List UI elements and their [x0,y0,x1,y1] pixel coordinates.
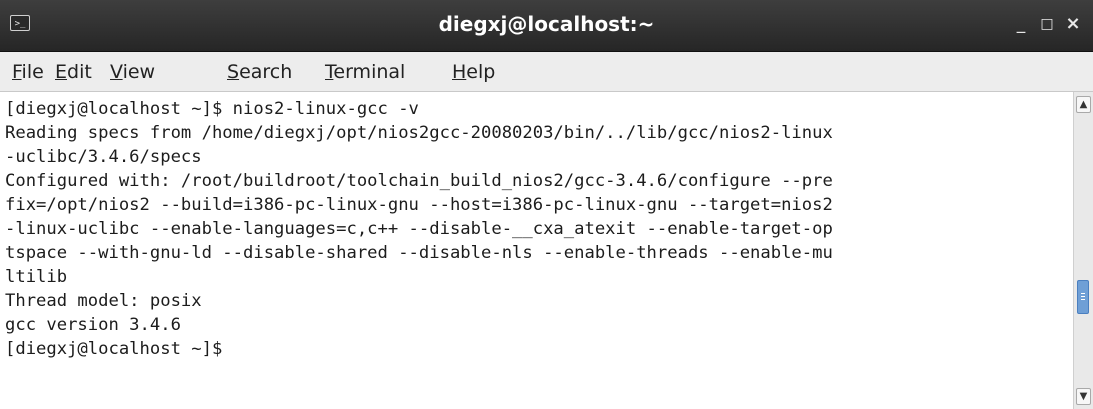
menu-file-label: ile [21,61,44,83]
menu-help[interactable]: Help [452,60,495,84]
terminal-window: >_ diegxj@localhost:~ _ □ × File Edit Vi… [0,0,1093,409]
menu-file[interactable]: File [12,60,44,84]
menu-view[interactable]: View [110,60,155,84]
menu-search-label: earch [239,61,293,83]
scroll-down-icon[interactable]: ▼ [1076,388,1091,405]
menu-file-mnemonic: F [12,61,22,83]
menu-edit[interactable]: Edit [55,60,92,84]
menu-terminal[interactable]: Terminal [325,60,405,84]
terminal-line: gcc version 3.4.6 [5,315,181,335]
terminal-line: fix=/opt/nios2 --build=i386-pc-linux-gnu… [5,195,833,215]
terminal-line: -linux-uclibc --enable-languages=c,c++ -… [5,219,833,239]
grip-icon [1081,296,1085,297]
menu-terminal-label: erminal [333,61,406,83]
scroll-up-icon[interactable]: ▲ [1076,96,1091,113]
terminal-prompt-line: [diegxj@localhost ~]$ [5,339,223,359]
scrollbar-thumb[interactable] [1077,280,1089,314]
close-button[interactable]: × [1061,12,1085,36]
vertical-scrollbar[interactable]: ▲ ▼ [1073,92,1093,409]
menu-view-label: iew [122,61,156,83]
terminal-line: tspace --with-gnu-ld --disable-shared --… [5,243,833,263]
menu-search[interactable]: Search [227,60,292,84]
menu-help-label: elp [466,61,496,83]
grip-icon [1081,299,1085,300]
minimize-button[interactable]: _ [1009,12,1033,36]
maximize-button[interactable]: □ [1035,12,1059,36]
terminal-line: Thread model: posix [5,291,202,311]
menu-edit-mnemonic: E [55,61,68,83]
menu-edit-label: dit [67,61,92,83]
terminal-line: ltilib [5,267,68,287]
grip-icon [1081,293,1085,294]
terminal-output[interactable]: [diegxj@localhost ~]$ nios2-linux-gcc -v… [0,92,1073,409]
terminal-line: [diegxj@localhost ~]$ nios2-linux-gcc -v [5,99,419,119]
menu-help-mnemonic: H [452,61,467,83]
menu-view-mnemonic: V [110,61,123,83]
menu-search-mnemonic: S [227,61,240,83]
terminal-line: -uclibc/3.4.6/specs [5,147,202,167]
terminal-line: Configured with: /root/buildroot/toolcha… [5,171,833,191]
menu-bar: File Edit View Search Terminal Help [0,52,1093,92]
terminal-line: Reading specs from /home/diegxj/opt/nios… [5,123,833,143]
window-title: diegxj@localhost:~ [438,12,655,36]
title-bar[interactable]: >_ diegxj@localhost:~ _ □ × [0,0,1093,52]
